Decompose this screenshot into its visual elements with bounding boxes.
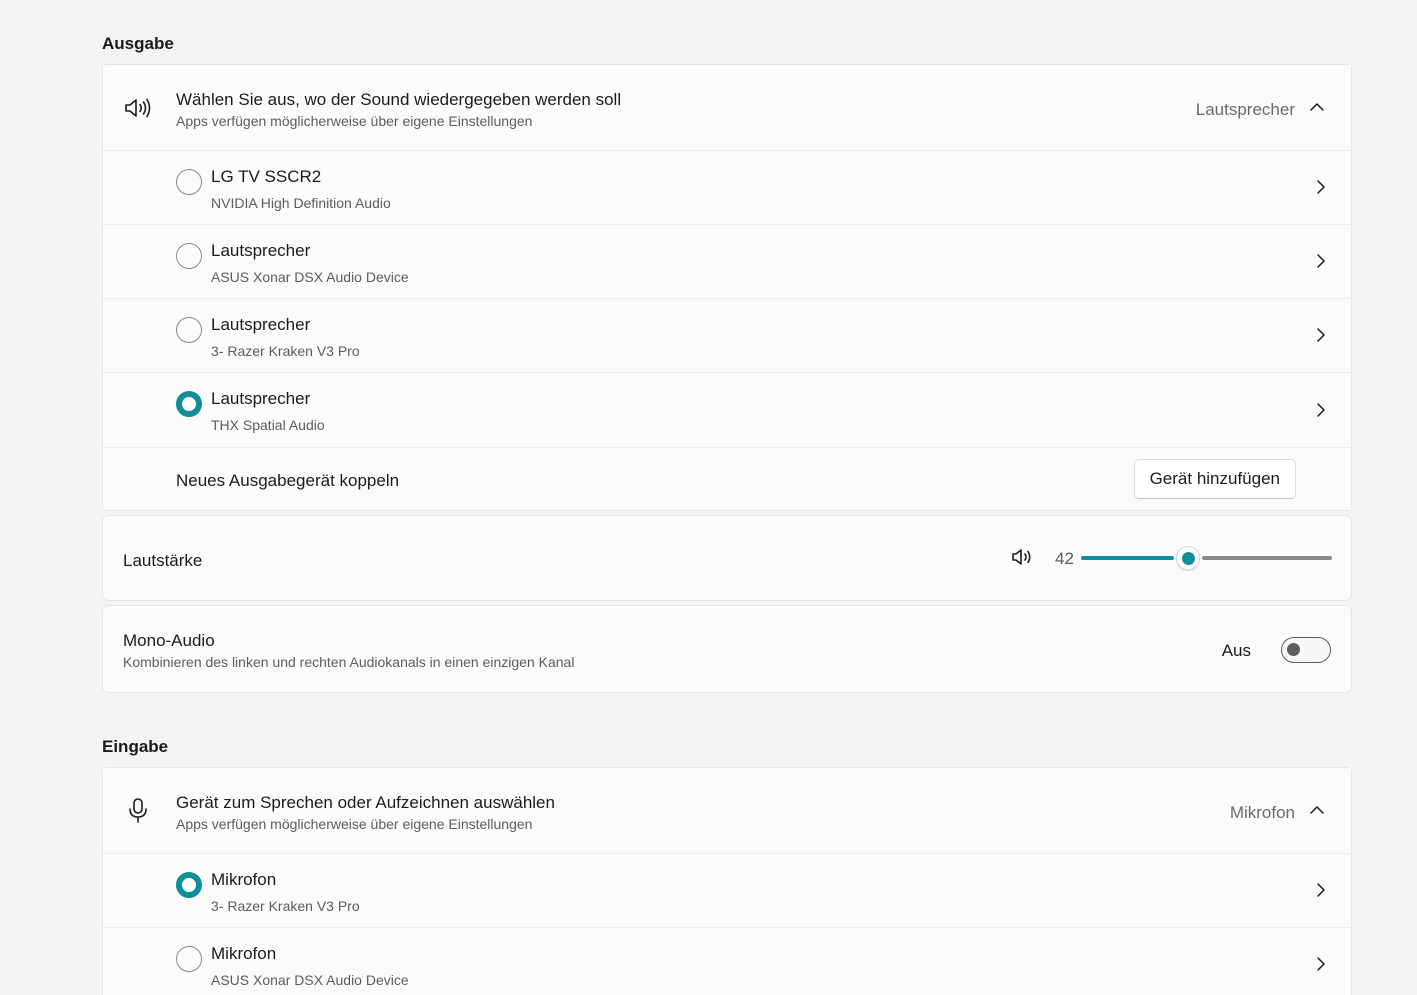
speaker-icon xyxy=(123,93,153,123)
add-device-button[interactable]: Gerät hinzufügen xyxy=(1133,459,1296,499)
device-subtitle: ASUS Xonar DSX Audio Device xyxy=(211,269,409,285)
output-selected-device: Lautsprecher xyxy=(1195,100,1295,119)
output-device-row[interactable]: LG TV SSCR2 NVIDIA High Definition Audio xyxy=(103,150,1351,224)
input-selector-row[interactable]: Gerät zum Sprechen oder Aufzeichnen ausw… xyxy=(103,768,1351,853)
mono-audio-subtitle: Kombinieren des linken und rechten Audio… xyxy=(123,654,575,670)
radio-button[interactable] xyxy=(176,243,202,269)
device-name: Lautsprecher xyxy=(211,389,311,408)
device-subtitle: NVIDIA High Definition Audio xyxy=(211,195,391,211)
output-card: Wählen Sie aus, wo der Sound wiedergegeb… xyxy=(102,64,1352,511)
volume-card: Lautstärke 42 xyxy=(102,515,1352,601)
output-selector-title: Wählen Sie aus, wo der Sound wiedergegeb… xyxy=(176,90,622,109)
speaker-icon[interactable] xyxy=(1011,546,1039,574)
chevron-right-icon[interactable] xyxy=(1311,400,1331,420)
input-selected-device: Mikrofon xyxy=(1229,803,1295,822)
slider-thumb[interactable] xyxy=(1176,546,1201,570)
toggle-knob xyxy=(1287,643,1300,656)
output-device-row[interactable]: Lautsprecher 3- Razer Kraken V3 Pro xyxy=(103,298,1351,372)
microphone-icon xyxy=(123,796,153,826)
mono-audio-toggle[interactable] xyxy=(1281,637,1331,663)
device-name: Mikrofon xyxy=(211,870,277,889)
chevron-right-icon[interactable] xyxy=(1311,177,1331,197)
radio-button-selected[interactable] xyxy=(176,391,202,417)
volume-slider[interactable] xyxy=(1081,546,1332,570)
output-section-title: Ausgabe xyxy=(102,34,174,53)
chevron-right-icon[interactable] xyxy=(1311,325,1331,345)
input-device-row[interactable]: Mikrofon ASUS Xonar DSX Audio Device xyxy=(103,927,1351,995)
input-card: Gerät zum Sprechen oder Aufzeichnen ausw… xyxy=(102,767,1352,995)
chevron-right-icon[interactable] xyxy=(1311,954,1331,974)
slider-track-filled xyxy=(1081,556,1175,560)
device-name: LG TV SSCR2 xyxy=(211,167,322,186)
chevron-up-icon[interactable] xyxy=(1305,95,1329,119)
volume-label: Lautstärke xyxy=(123,551,203,570)
slider-thumb-dot xyxy=(1181,551,1195,565)
input-device-row[interactable]: Mikrofon 3- Razer Kraken V3 Pro xyxy=(103,853,1351,927)
device-name: Mikrofon xyxy=(211,944,277,963)
pair-device-label: Neues Ausgabegerät koppeln xyxy=(176,471,400,490)
output-selector-row[interactable]: Wählen Sie aus, wo der Sound wiedergegeb… xyxy=(103,65,1351,150)
output-device-row[interactable]: Lautsprecher THX Spatial Audio xyxy=(103,372,1351,447)
volume-value: 42 xyxy=(1055,549,1074,568)
output-device-row[interactable]: Lautsprecher ASUS Xonar DSX Audio Device xyxy=(103,224,1351,298)
pair-device-row: Neues Ausgabegerät koppeln Gerät hinzufü… xyxy=(103,447,1351,510)
input-selector-subtitle: Apps verfügen möglicherweise über eigene… xyxy=(176,816,533,832)
input-section-title: Eingabe xyxy=(102,737,169,756)
mono-audio-card: Mono-Audio Kombinieren des linken und re… xyxy=(102,605,1352,693)
device-subtitle: 3- Razer Kraken V3 Pro xyxy=(211,343,360,359)
radio-button[interactable] xyxy=(176,317,202,343)
chevron-up-icon[interactable] xyxy=(1305,798,1329,822)
device-subtitle: 3- Razer Kraken V3 Pro xyxy=(211,898,360,914)
input-selector-title: Gerät zum Sprechen oder Aufzeichnen ausw… xyxy=(176,793,555,812)
radio-button-selected[interactable] xyxy=(176,872,202,898)
device-subtitle: ASUS Xonar DSX Audio Device xyxy=(211,972,409,988)
device-subtitle: THX Spatial Audio xyxy=(211,417,325,433)
mono-audio-state: Aus xyxy=(1221,641,1251,660)
device-name: Lautsprecher xyxy=(211,315,311,334)
radio-button[interactable] xyxy=(176,946,202,972)
device-name: Lautsprecher xyxy=(211,241,311,260)
chevron-right-icon[interactable] xyxy=(1311,880,1331,900)
radio-button[interactable] xyxy=(176,169,202,195)
chevron-right-icon[interactable] xyxy=(1311,251,1331,271)
slider-track-rest xyxy=(1202,556,1332,560)
mono-audio-title: Mono-Audio xyxy=(123,631,215,650)
output-selector-subtitle: Apps verfügen möglicherweise über eigene… xyxy=(176,113,533,129)
